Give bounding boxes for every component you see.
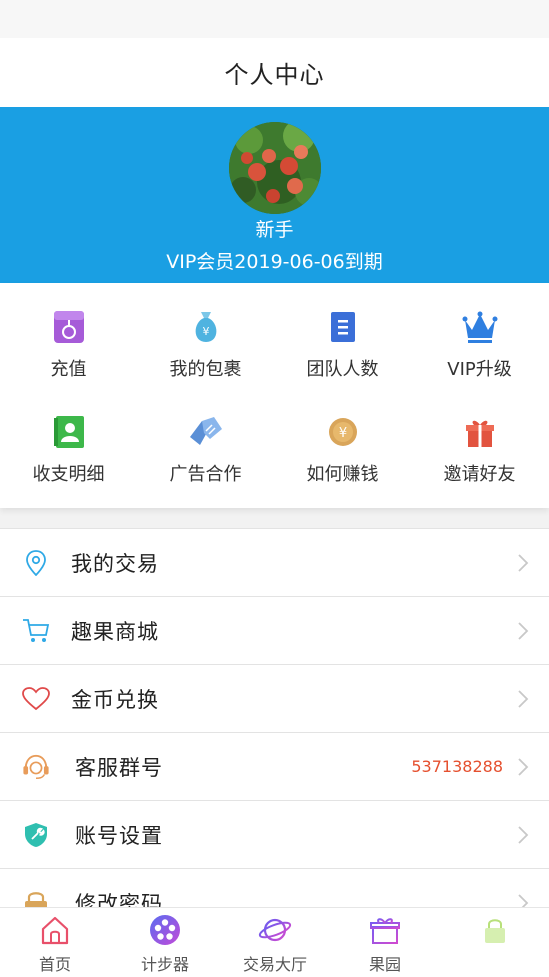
chevron-right-icon [518,622,529,640]
menu-item-label: 趣果商城 [71,619,159,644]
page-title: 个人中心 [224,61,325,89]
nickname: 新手 [255,219,294,241]
home-icon [38,913,72,947]
menu-item-my-trades[interactable]: 我的交易 [0,529,549,597]
avatar[interactable] [229,122,321,214]
tab-trading-hall[interactable]: 交易大厅 [220,908,330,977]
my-packages-button[interactable]: ¥ 我的包裹 [137,283,274,391]
tab-label: 计步器 [140,955,189,974]
vip-expiry-text: VIP会员2019-06-06到期 [166,251,383,273]
transactions-detail-button[interactable]: 收支明细 [0,388,137,496]
menu-item-label: 我的交易 [71,551,159,576]
svg-text:¥: ¥ [202,325,209,338]
chevron-right-icon [518,826,529,844]
quick-actions-grid: 充值 ¥ 我的包裹 团队人数 VIP升级 收支明细 广告合作 ¥ 如何赚钱 邀请… [0,283,549,508]
tab-label: 交易大厅 [242,955,307,974]
how-to-earn-button[interactable]: ¥ 如何赚钱 [274,388,411,496]
menu-item-service-group[interactable]: 客服群号 537138288 [0,733,549,801]
location-pin-icon [22,549,50,577]
grid-label: VIP升级 [447,359,512,380]
ad-partnership-button[interactable]: 广告合作 [137,388,274,496]
menu-item-coin-exchange[interactable]: 金币兑换 [0,665,549,733]
shopping-cart-icon [22,617,50,645]
menu-item-value: 537138288 [411,757,503,776]
planet-icon [258,913,292,947]
menu-item-mall[interactable]: 趣果商城 [0,597,549,665]
wrench-shield-icon [22,821,50,849]
wallet-icon [51,309,87,345]
chevron-right-icon [518,690,529,708]
chevron-right-icon [518,554,529,572]
contact-book-icon [51,414,87,450]
bottom-tab-bar: 首页 计步器 交易大厅 果园 [0,907,549,977]
settings-menu: 我的交易 趣果商城 金币兑换 客服群号 537138288 账号设置 修改密码 [0,528,549,937]
grid-label: 充值 [50,359,87,380]
film-reel-icon [148,913,182,947]
tab-orchard[interactable]: 果园 [330,908,440,977]
coin-icon: ¥ [325,414,361,450]
grid-label: 邀请好友 [443,464,516,485]
headset-icon [22,753,50,781]
grid-label: 广告合作 [169,464,242,485]
svg-text:¥: ¥ [338,426,346,441]
grid-label: 如何赚钱 [306,464,379,485]
gift-icon [462,414,498,450]
handshake-icon [188,414,224,450]
grid-label: 收支明细 [32,464,105,485]
crown-icon [462,309,498,345]
lock-icon [478,913,512,947]
grid-label: 团队人数 [306,359,379,380]
chevron-right-icon [518,758,529,776]
tab-label: 首页 [38,955,71,974]
menu-item-account-settings[interactable]: 账号设置 [0,801,549,869]
tab-mine[interactable] [440,908,549,977]
gift-box-icon [368,913,402,947]
heart-icon [22,685,50,713]
vip-upgrade-button[interactable]: VIP升级 [411,283,548,391]
tab-pedometer[interactable]: 计步器 [110,908,220,977]
profile-banner: 新手 VIP会员2019-06-06到期 [0,107,549,283]
grid-label: 我的包裹 [169,359,242,380]
menu-item-label: 账号设置 [75,823,163,848]
recharge-button[interactable]: 充值 [0,283,137,391]
invite-friends-button[interactable]: 邀请好友 [411,388,548,496]
status-bar [0,0,549,38]
menu-item-label: 客服群号 [75,755,163,780]
tab-label: 果园 [368,955,401,974]
menu-item-label: 金币兑换 [71,687,159,712]
team-count-button[interactable]: 团队人数 [274,283,411,391]
title-bar: 个人中心 [0,38,549,107]
money-bag-icon: ¥ [188,309,224,345]
document-icon [325,309,361,345]
tab-home[interactable]: 首页 [0,908,110,977]
